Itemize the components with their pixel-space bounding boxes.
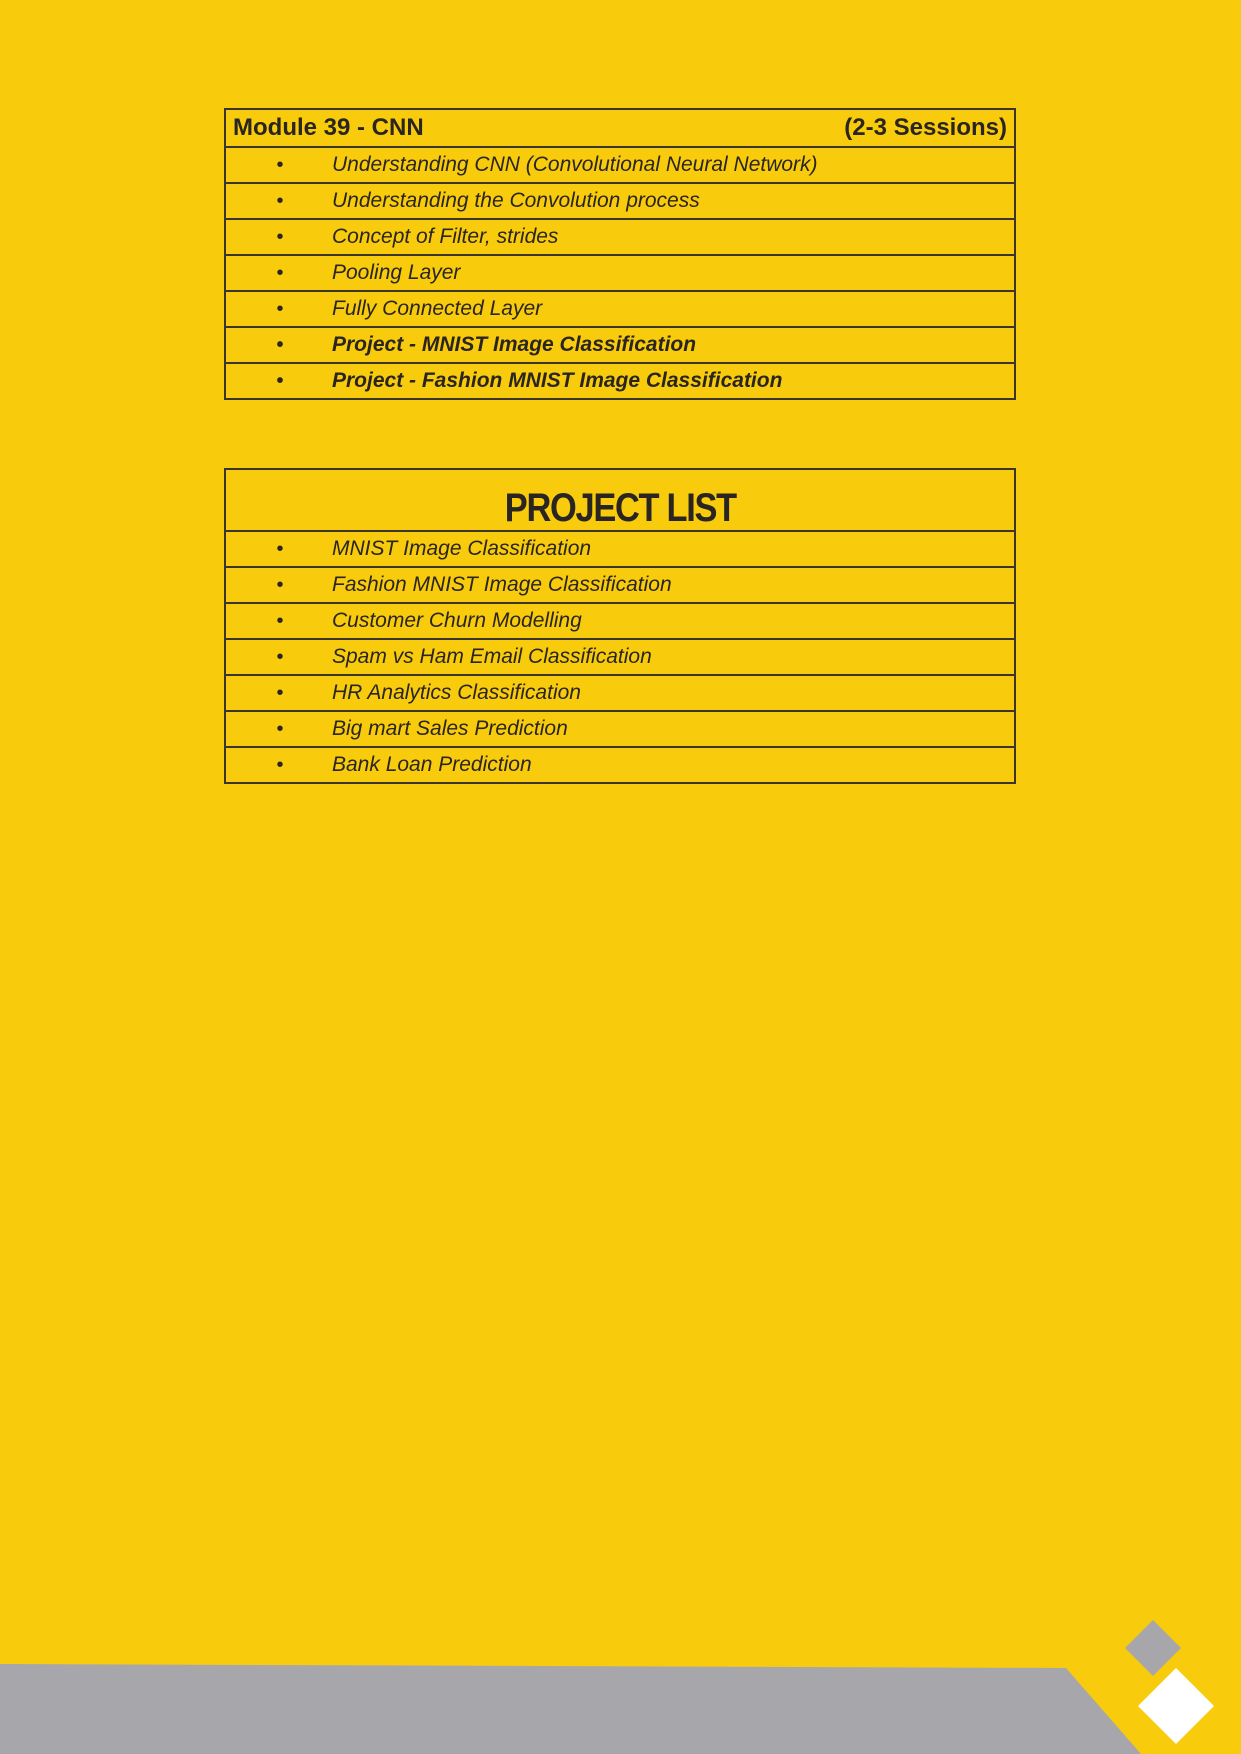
white-diamond-icon xyxy=(1138,1668,1214,1744)
gray-diamond-icon xyxy=(1125,1620,1181,1676)
footer-band xyxy=(0,1664,1141,1754)
footer-decoration xyxy=(0,1620,1214,1754)
